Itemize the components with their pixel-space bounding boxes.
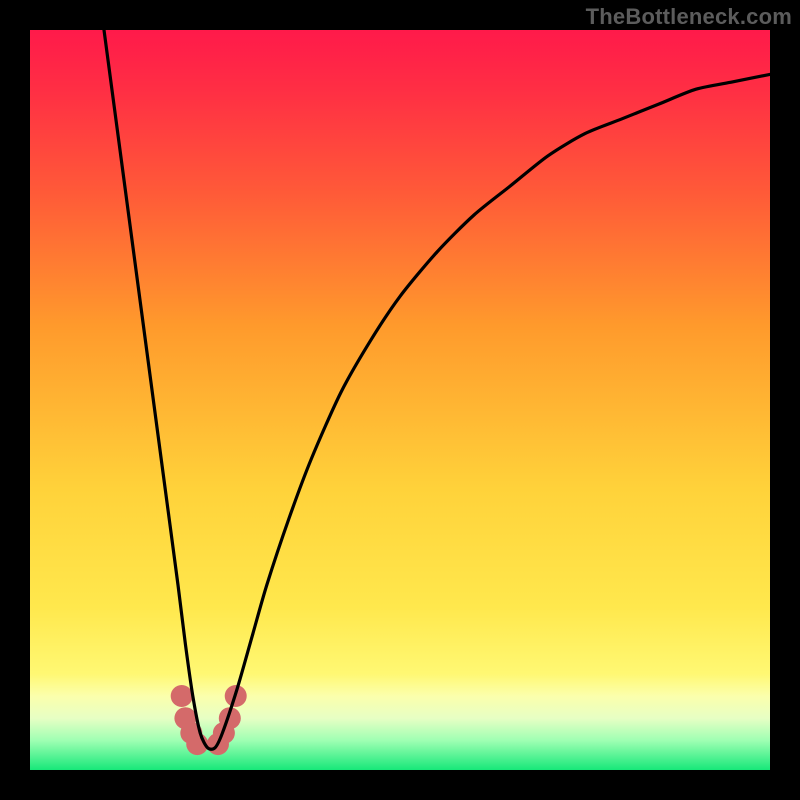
bottleneck-chart (30, 30, 770, 770)
chart-frame (30, 30, 770, 770)
attribution-label: TheBottleneck.com (586, 4, 792, 30)
curve-marker (171, 685, 193, 707)
gradient-background (30, 30, 770, 770)
